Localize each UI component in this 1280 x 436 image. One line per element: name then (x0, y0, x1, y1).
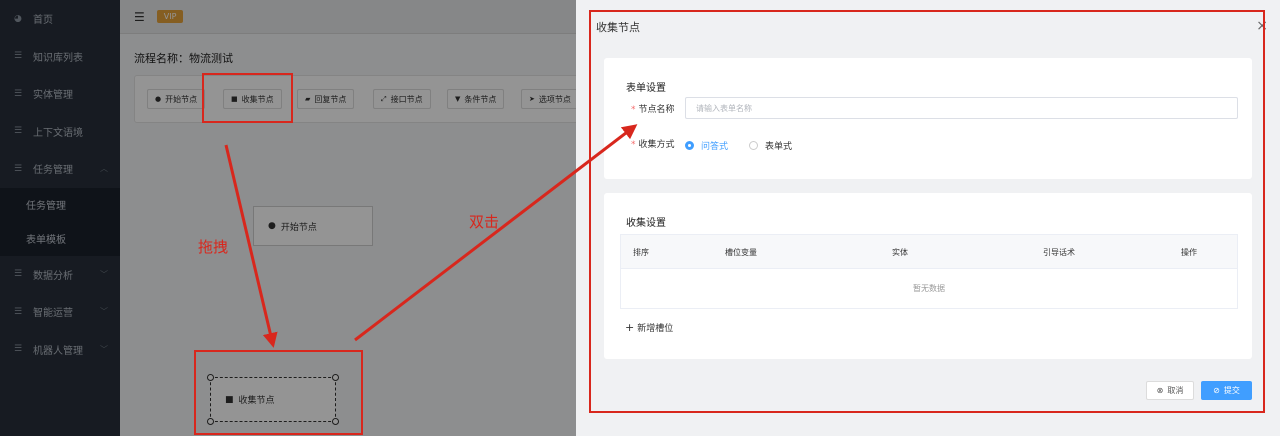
drag-arrow (224, 144, 278, 348)
double-click-annotation: 双击 (469, 213, 500, 231)
double-click-arrow (354, 124, 638, 342)
drag-annotation: 拖拽 (198, 238, 229, 256)
annotation-arrows (224, 124, 638, 348)
app-root: ◕ 首页 ☰ 知识库列表 ☰ 实体管理 ☰ 上下文语境 ☰ 任务管理 ︿ 任务管理 表单模板… (0, 0, 1280, 436)
